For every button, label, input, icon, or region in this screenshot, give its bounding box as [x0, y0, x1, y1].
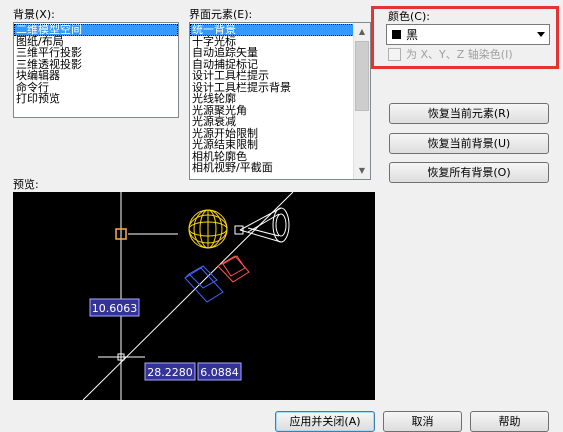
elements-list-item[interactable]: 光源衰减: [190, 116, 354, 128]
camera-red-glyph: [217, 255, 250, 283]
scroll-thumb[interactable]: [355, 41, 369, 111]
restore-all-button[interactable]: 恢复所有背景(O): [389, 162, 549, 183]
elements-label: 界面元素(E):: [189, 8, 253, 21]
elements-listbox[interactable]: 统一背景 十字光标 自动追踪矢量 自动捕捉标记 设计工具栏提示 设计工具栏提示背景 光线轮廓…: [189, 22, 371, 180]
dimension-value-c: 6.0884: [200, 366, 239, 379]
elements-list-item[interactable]: 设计工具栏提示: [190, 70, 354, 82]
restore-element-button[interactable]: 恢复当前元素(R): [389, 103, 549, 124]
chevron-down-icon[interactable]: [537, 32, 545, 37]
elements-list-item[interactable]: 自动追踪矢量: [190, 47, 354, 59]
background-list-item[interactable]: 打印预览: [14, 93, 178, 105]
color-value: 黑: [406, 28, 419, 42]
help-button[interactable]: 帮助: [470, 411, 549, 432]
elements-list-item[interactable]: 相机视野/平截面: [190, 162, 354, 174]
preview-canvas: 10.6063 28.2280 6.0884: [13, 191, 375, 401]
elements-scrollbar[interactable]: ▲ ▼: [353, 23, 370, 179]
preview-label: 预览:: [13, 178, 39, 191]
tint-axes-checkbox[interactable]: [388, 48, 401, 61]
point-light-glyph: [188, 209, 228, 249]
background-list-item[interactable]: 二维模型空间: [14, 24, 178, 36]
apply-close-button[interactable]: 应用并关闭(A): [275, 411, 375, 432]
background-listbox[interactable]: 二维模型空间 图纸/布局 三维平行投影 三维透视投影 块编辑器 命令行 打印预览: [13, 22, 179, 118]
background-list-item[interactable]: 块编辑器: [14, 70, 178, 82]
color-swatch: [392, 30, 401, 39]
preview-drawing: 10.6063 28.2280 6.0884: [82, 191, 294, 401]
background-list-item[interactable]: 三维平行投影: [14, 47, 178, 59]
color-label: 颜色(C):: [388, 10, 430, 23]
dimension-value-b: 28.2280: [147, 366, 193, 379]
color-dropdown[interactable]: 黑: [386, 24, 550, 45]
cancel-button[interactable]: 取消: [383, 411, 462, 432]
background-label: 背景(X):: [13, 8, 55, 21]
scroll-down-icon[interactable]: ▼: [354, 162, 370, 179]
elements-list-item[interactable]: 统一背景: [190, 24, 354, 36]
elements-list-item[interactable]: 光源结束限制: [190, 139, 354, 151]
scroll-up-icon[interactable]: ▲: [354, 23, 370, 40]
dimension-value-a: 10.6063: [92, 302, 138, 315]
spotlight-glyph: [234, 207, 290, 243]
restore-background-button[interactable]: 恢复当前背景(U): [389, 133, 549, 154]
camera-blue-glyph: [184, 265, 224, 303]
elements-list-item[interactable]: 光线轮廓: [190, 93, 354, 105]
tint-axes-label: 为 X、Y、Z 轴染色(I): [406, 48, 513, 61]
